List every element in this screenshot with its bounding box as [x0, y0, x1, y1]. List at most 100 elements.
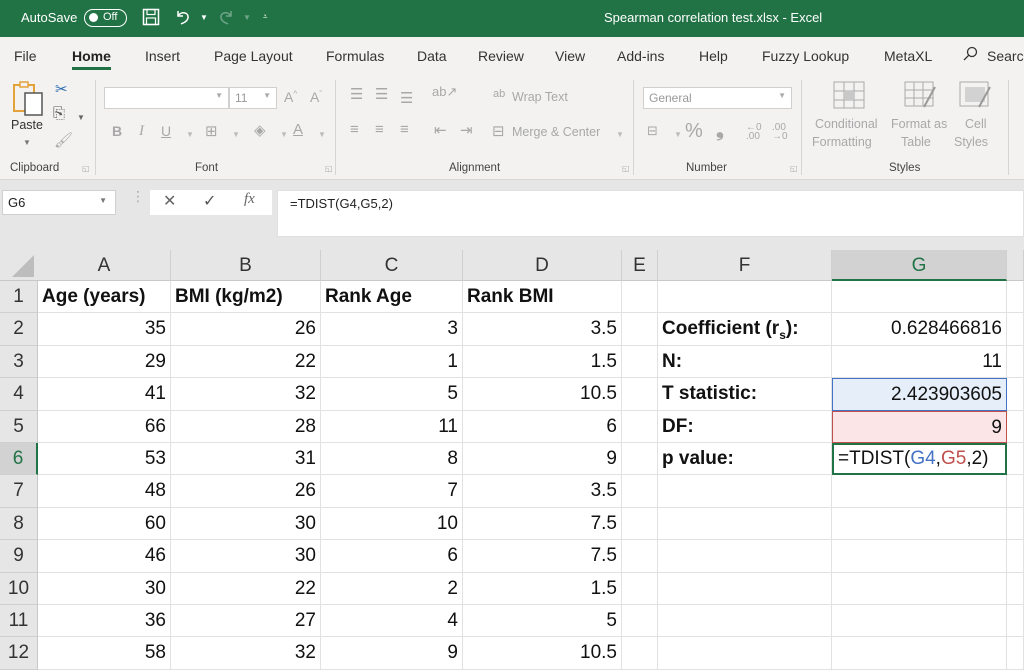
data-cell[interactable]: 32 [171, 637, 321, 670]
stat-label[interactable]: N: [658, 345, 832, 379]
stat-label[interactable]: T statistic: [658, 378, 832, 411]
data-cell[interactable]: 10.5 [463, 637, 622, 670]
row-header-9[interactable]: 9 [0, 540, 38, 573]
cell[interactable] [658, 540, 832, 573]
cell[interactable] [658, 637, 832, 670]
font-launcher-icon[interactable]: ◱ [325, 164, 333, 173]
cell[interactable] [1007, 507, 1024, 541]
enter-icon[interactable]: ✓ [203, 191, 216, 211]
column-header-b[interactable]: B [171, 250, 321, 281]
cell[interactable] [832, 637, 1007, 670]
data-cell[interactable]: 7 [321, 475, 463, 508]
borders-dropdown-icon[interactable]: ▼ [232, 130, 240, 139]
data-cell[interactable]: 10.5 [463, 378, 622, 411]
cell[interactable] [832, 281, 1007, 314]
data-cell[interactable]: 5 [463, 605, 622, 638]
clipboard-launcher-icon[interactable]: ◱ [82, 164, 90, 173]
undo-icon[interactable] [174, 8, 192, 31]
data-cell[interactable]: 1.5 [463, 345, 622, 379]
percent-button[interactable]: % [685, 120, 703, 143]
tab-insert[interactable]: Insert [145, 48, 180, 64]
row-header-10[interactable]: 10 [0, 572, 38, 605]
middle-align-icon[interactable]: ☰ [375, 85, 388, 103]
bold-button[interactable]: B [112, 123, 122, 139]
format-painter-icon[interactable]: 🖌 [54, 131, 73, 149]
data-cell[interactable]: 2 [321, 572, 463, 605]
data-cell[interactable]: 30 [38, 572, 171, 605]
merge-dropdown-icon[interactable]: ▼ [616, 130, 624, 139]
decrease-decimal-icon[interactable]: .00 →0 [772, 123, 788, 142]
font-name-combo[interactable]: ▼ [104, 87, 229, 109]
stat-label[interactable]: p value: [658, 443, 832, 476]
data-cell[interactable]: 6 [321, 540, 463, 573]
data-cell[interactable]: 30 [171, 540, 321, 573]
tab-formulas[interactable]: Formulas [326, 48, 384, 64]
data-cell[interactable]: 9 [321, 637, 463, 670]
data-cell[interactable]: 7.5 [463, 507, 622, 541]
cell[interactable] [1007, 345, 1024, 379]
cell[interactable] [622, 410, 658, 443]
paste-dropdown-icon[interactable]: ▼ [23, 138, 31, 147]
data-cell[interactable]: 3 [321, 313, 463, 346]
conditional-formatting-label-1[interactable]: Conditional [815, 117, 878, 131]
conditional-formatting-icon[interactable] [833, 81, 865, 113]
search-box[interactable]: Search [987, 48, 1024, 64]
search-icon[interactable] [962, 46, 978, 66]
alignment-launcher-icon[interactable]: ◱ [622, 164, 630, 173]
data-cell[interactable]: 28 [171, 410, 321, 443]
accounting-dropdown-icon[interactable]: ▼ [674, 130, 682, 139]
increase-decimal-icon[interactable]: ←0.00 [746, 123, 762, 142]
format-as-table-label-1[interactable]: Format as [891, 117, 947, 131]
merge-center-button[interactable]: Merge & Center [512, 125, 600, 139]
borders-icon[interactable]: ⊞ [205, 122, 218, 140]
tab-view[interactable]: View [555, 48, 585, 64]
cell[interactable] [622, 507, 658, 541]
column-header-d[interactable]: D [463, 250, 622, 281]
tab-help[interactable]: Help [699, 48, 728, 64]
cut-icon[interactable]: ✂ [55, 80, 68, 98]
stat-value-cell[interactable]: 0.628466816 [832, 313, 1007, 346]
cell[interactable] [622, 281, 658, 314]
tab-add-ins[interactable]: Add-ins [617, 48, 664, 64]
data-cell[interactable]: 32 [171, 378, 321, 411]
stat-label[interactable]: Coefficient (rs): [658, 313, 832, 346]
cell[interactable] [1007, 443, 1024, 476]
number-format-combo[interactable]: General ▼ [643, 87, 792, 109]
increase-font-icon[interactable]: A^ [284, 89, 297, 105]
fill-color-icon[interactable]: ◈ [254, 121, 266, 139]
align-right-icon[interactable]: ≡ [400, 121, 409, 138]
underline-button[interactable]: U [161, 123, 171, 139]
resize-handle-icon[interactable]: ⋮ [131, 189, 145, 203]
stat-value-cell[interactable]: 11 [832, 345, 1007, 379]
cell[interactable] [1007, 572, 1024, 605]
cell[interactable] [622, 540, 658, 573]
header-cell[interactable]: Rank Age [321, 281, 463, 314]
tab-file[interactable]: File [14, 48, 37, 64]
data-cell[interactable]: 30 [171, 507, 321, 541]
column-header-g[interactable]: G [832, 250, 1007, 281]
copy-dropdown-icon[interactable]: ▼ [77, 113, 85, 122]
cell[interactable] [832, 605, 1007, 638]
formula-input[interactable]: =TDIST(G4,G5,2) [277, 190, 1024, 237]
data-cell[interactable]: 3.5 [463, 313, 622, 346]
data-cell[interactable]: 31 [171, 443, 321, 476]
conditional-formatting-label-2[interactable]: Formatting [812, 135, 872, 149]
row-header-2[interactable]: 2 [0, 313, 38, 346]
data-cell[interactable]: 53 [38, 443, 171, 476]
fill-color-dropdown-icon[interactable]: ▼ [280, 130, 288, 139]
bottom-align-icon[interactable]: ☰ [400, 89, 413, 107]
row-header-6[interactable]: 6 [0, 443, 38, 476]
cell[interactable] [658, 475, 832, 508]
cell[interactable] [658, 572, 832, 605]
cell-g6-active-editing[interactable]: =TDIST(G4,G5,2) [832, 443, 1007, 476]
top-align-icon[interactable]: ☰ [350, 85, 363, 103]
data-cell[interactable]: 66 [38, 410, 171, 443]
column-header-c[interactable]: C [321, 250, 463, 281]
decrease-font-icon[interactable]: Aˇ [310, 89, 322, 105]
font-color-dropdown-icon[interactable]: ▼ [318, 130, 326, 139]
tab-review[interactable]: Review [478, 48, 524, 64]
data-cell[interactable]: 60 [38, 507, 171, 541]
cell[interactable] [1007, 540, 1024, 573]
cell-g5-df[interactable]: 9 [832, 410, 1007, 443]
cell[interactable] [658, 281, 832, 314]
